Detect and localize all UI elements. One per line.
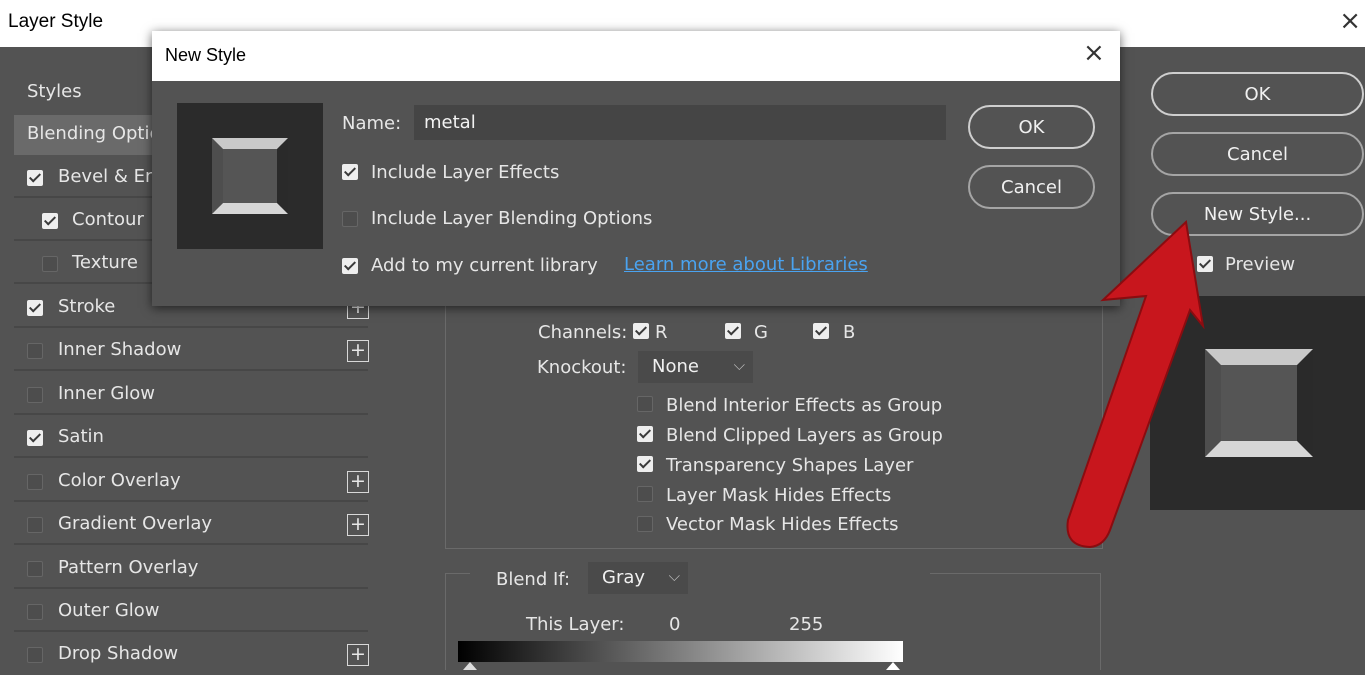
style-row-inner-shadow[interactable]: Inner Shadow +: [14, 330, 369, 371]
bevel-emboss-checkbox[interactable]: [27, 170, 43, 186]
blend-interior-effects-label: Blend Interior Effects as Group: [666, 395, 943, 416]
style-row-outer-glow[interactable]: Outer Glow: [14, 591, 368, 632]
blend-interior-effects-checkbox[interactable]: [637, 396, 653, 412]
drop-shadow-add-icon[interactable]: +: [347, 644, 369, 666]
new-style-titlebar: [152, 31, 1120, 81]
gradient-overlay-checkbox[interactable]: [27, 517, 43, 533]
knockout-value: None: [652, 356, 699, 377]
include-blending-options-checkbox[interactable]: [342, 211, 358, 227]
style-preview: [1150, 296, 1365, 510]
white-point-slider[interactable]: [886, 662, 900, 670]
vector-mask-hides-label: Vector Mask Hides Effects: [666, 514, 899, 535]
blending-options-label: Blending Optic: [27, 123, 160, 144]
pattern-overlay-checkbox[interactable]: [27, 561, 43, 577]
style-name-input[interactable]: [414, 105, 946, 140]
channel-g-label: G: [754, 322, 768, 343]
transparency-shapes-checkbox[interactable]: [637, 456, 653, 472]
style-row-gradient-overlay[interactable]: Gradient Overlay +: [14, 504, 369, 545]
channel-r-label: R: [655, 322, 668, 343]
style-label: Drop Shadow: [58, 643, 179, 664]
new-style-ok-button[interactable]: OK: [968, 105, 1095, 149]
style-label: Stroke: [58, 296, 116, 317]
color-overlay-checkbox[interactable]: [27, 474, 43, 490]
include-layer-effects-label: Include Layer Effects: [371, 162, 560, 183]
cancel-button[interactable]: Cancel: [1151, 132, 1364, 176]
channel-g-checkbox[interactable]: [725, 323, 741, 339]
color-overlay-add-icon[interactable]: +: [347, 471, 369, 493]
styles-header-label: Styles: [27, 81, 82, 102]
thumbnail-bevel-square: [212, 138, 288, 214]
style-label: Outer Glow: [58, 600, 160, 621]
style-label: Contour: [72, 209, 144, 230]
chevron-down-icon: ⌵: [668, 567, 680, 585]
style-row-drop-shadow[interactable]: Drop Shadow +: [14, 634, 369, 675]
stroke-checkbox[interactable]: [27, 300, 43, 316]
this-layer-min: 0: [669, 614, 681, 635]
preview-bevel-square: [1205, 349, 1313, 457]
this-layer-label: This Layer:: [526, 614, 625, 635]
transparency-shapes-label: Transparency Shapes Layer: [666, 455, 914, 476]
channel-b-label: B: [843, 322, 856, 343]
preview-checkbox[interactable]: [1197, 256, 1213, 272]
vector-mask-hides-checkbox[interactable]: [637, 516, 653, 532]
new-style-title: New Style: [165, 45, 247, 65]
blend-if-value: Gray: [602, 567, 646, 588]
layer-style-title: Layer Style: [8, 11, 104, 32]
layer-mask-hides-label: Layer Mask Hides Effects: [666, 485, 892, 506]
style-label: Inner Glow: [58, 383, 156, 404]
blend-clipped-layers-checkbox[interactable]: [637, 426, 653, 442]
blend-if-label: Blend If:: [496, 569, 571, 590]
layer-style-close-icon[interactable]: ×: [1339, 6, 1361, 36]
inner-shadow-checkbox[interactable]: [27, 343, 43, 359]
style-row-satin[interactable]: Satin: [14, 417, 368, 458]
add-to-library-checkbox[interactable]: [342, 258, 358, 274]
include-layer-effects-checkbox[interactable]: [342, 164, 358, 180]
new-style-button[interactable]: New Style...: [1151, 192, 1364, 236]
style-label: Inner Shadow: [58, 339, 182, 360]
style-row-inner-glow[interactable]: Inner Glow: [14, 374, 368, 415]
texture-checkbox[interactable]: [42, 256, 58, 272]
satin-checkbox[interactable]: [27, 430, 43, 446]
style-label: Gradient Overlay: [58, 513, 213, 534]
preview-label: Preview: [1225, 254, 1296, 275]
new-style-close-icon[interactable]: ×: [1083, 38, 1105, 68]
blend-clipped-layers-label: Blend Clipped Layers as Group: [666, 425, 943, 446]
contour-checkbox[interactable]: [42, 213, 58, 229]
channel-b-checkbox[interactable]: [813, 323, 829, 339]
blend-if-dropdown[interactable]: Gray ⌵: [588, 562, 688, 594]
ok-button[interactable]: OK: [1151, 72, 1364, 116]
gradient-overlay-add-icon[interactable]: +: [347, 514, 369, 536]
chevron-down-icon: ⌵: [733, 356, 745, 374]
layer-mask-hides-checkbox[interactable]: [637, 486, 653, 502]
style-label: Pattern Overlay: [58, 557, 199, 578]
inner-shadow-add-icon[interactable]: +: [347, 340, 369, 362]
channels-label: Channels:: [538, 322, 628, 343]
style-label: Satin: [58, 426, 104, 447]
this-layer-max: 255: [789, 614, 824, 635]
inner-glow-checkbox[interactable]: [27, 387, 43, 403]
knockout-dropdown[interactable]: None ⌵: [638, 351, 753, 383]
black-point-slider[interactable]: [463, 662, 477, 670]
style-row-pattern-overlay[interactable]: Pattern Overlay: [14, 548, 368, 589]
style-label: Texture: [72, 252, 138, 273]
style-label: Bevel & En: [58, 166, 157, 187]
style-row-color-overlay[interactable]: Color Overlay +: [14, 461, 369, 502]
add-to-library-label: Add to my current library: [371, 255, 598, 276]
outer-glow-checkbox[interactable]: [27, 604, 43, 620]
drop-shadow-checkbox[interactable]: [27, 647, 43, 663]
this-layer-gradient: [458, 641, 903, 662]
name-label: Name:: [342, 113, 402, 134]
learn-more-libraries-link[interactable]: Learn more about Libraries: [624, 254, 868, 275]
style-label: Color Overlay: [58, 470, 181, 491]
knockout-label: Knockout:: [537, 357, 627, 378]
include-blending-options-label: Include Layer Blending Options: [371, 208, 653, 229]
new-style-cancel-button[interactable]: Cancel: [968, 165, 1095, 209]
new-style-thumbnail: [177, 103, 323, 249]
channel-r-checkbox[interactable]: [633, 323, 649, 339]
